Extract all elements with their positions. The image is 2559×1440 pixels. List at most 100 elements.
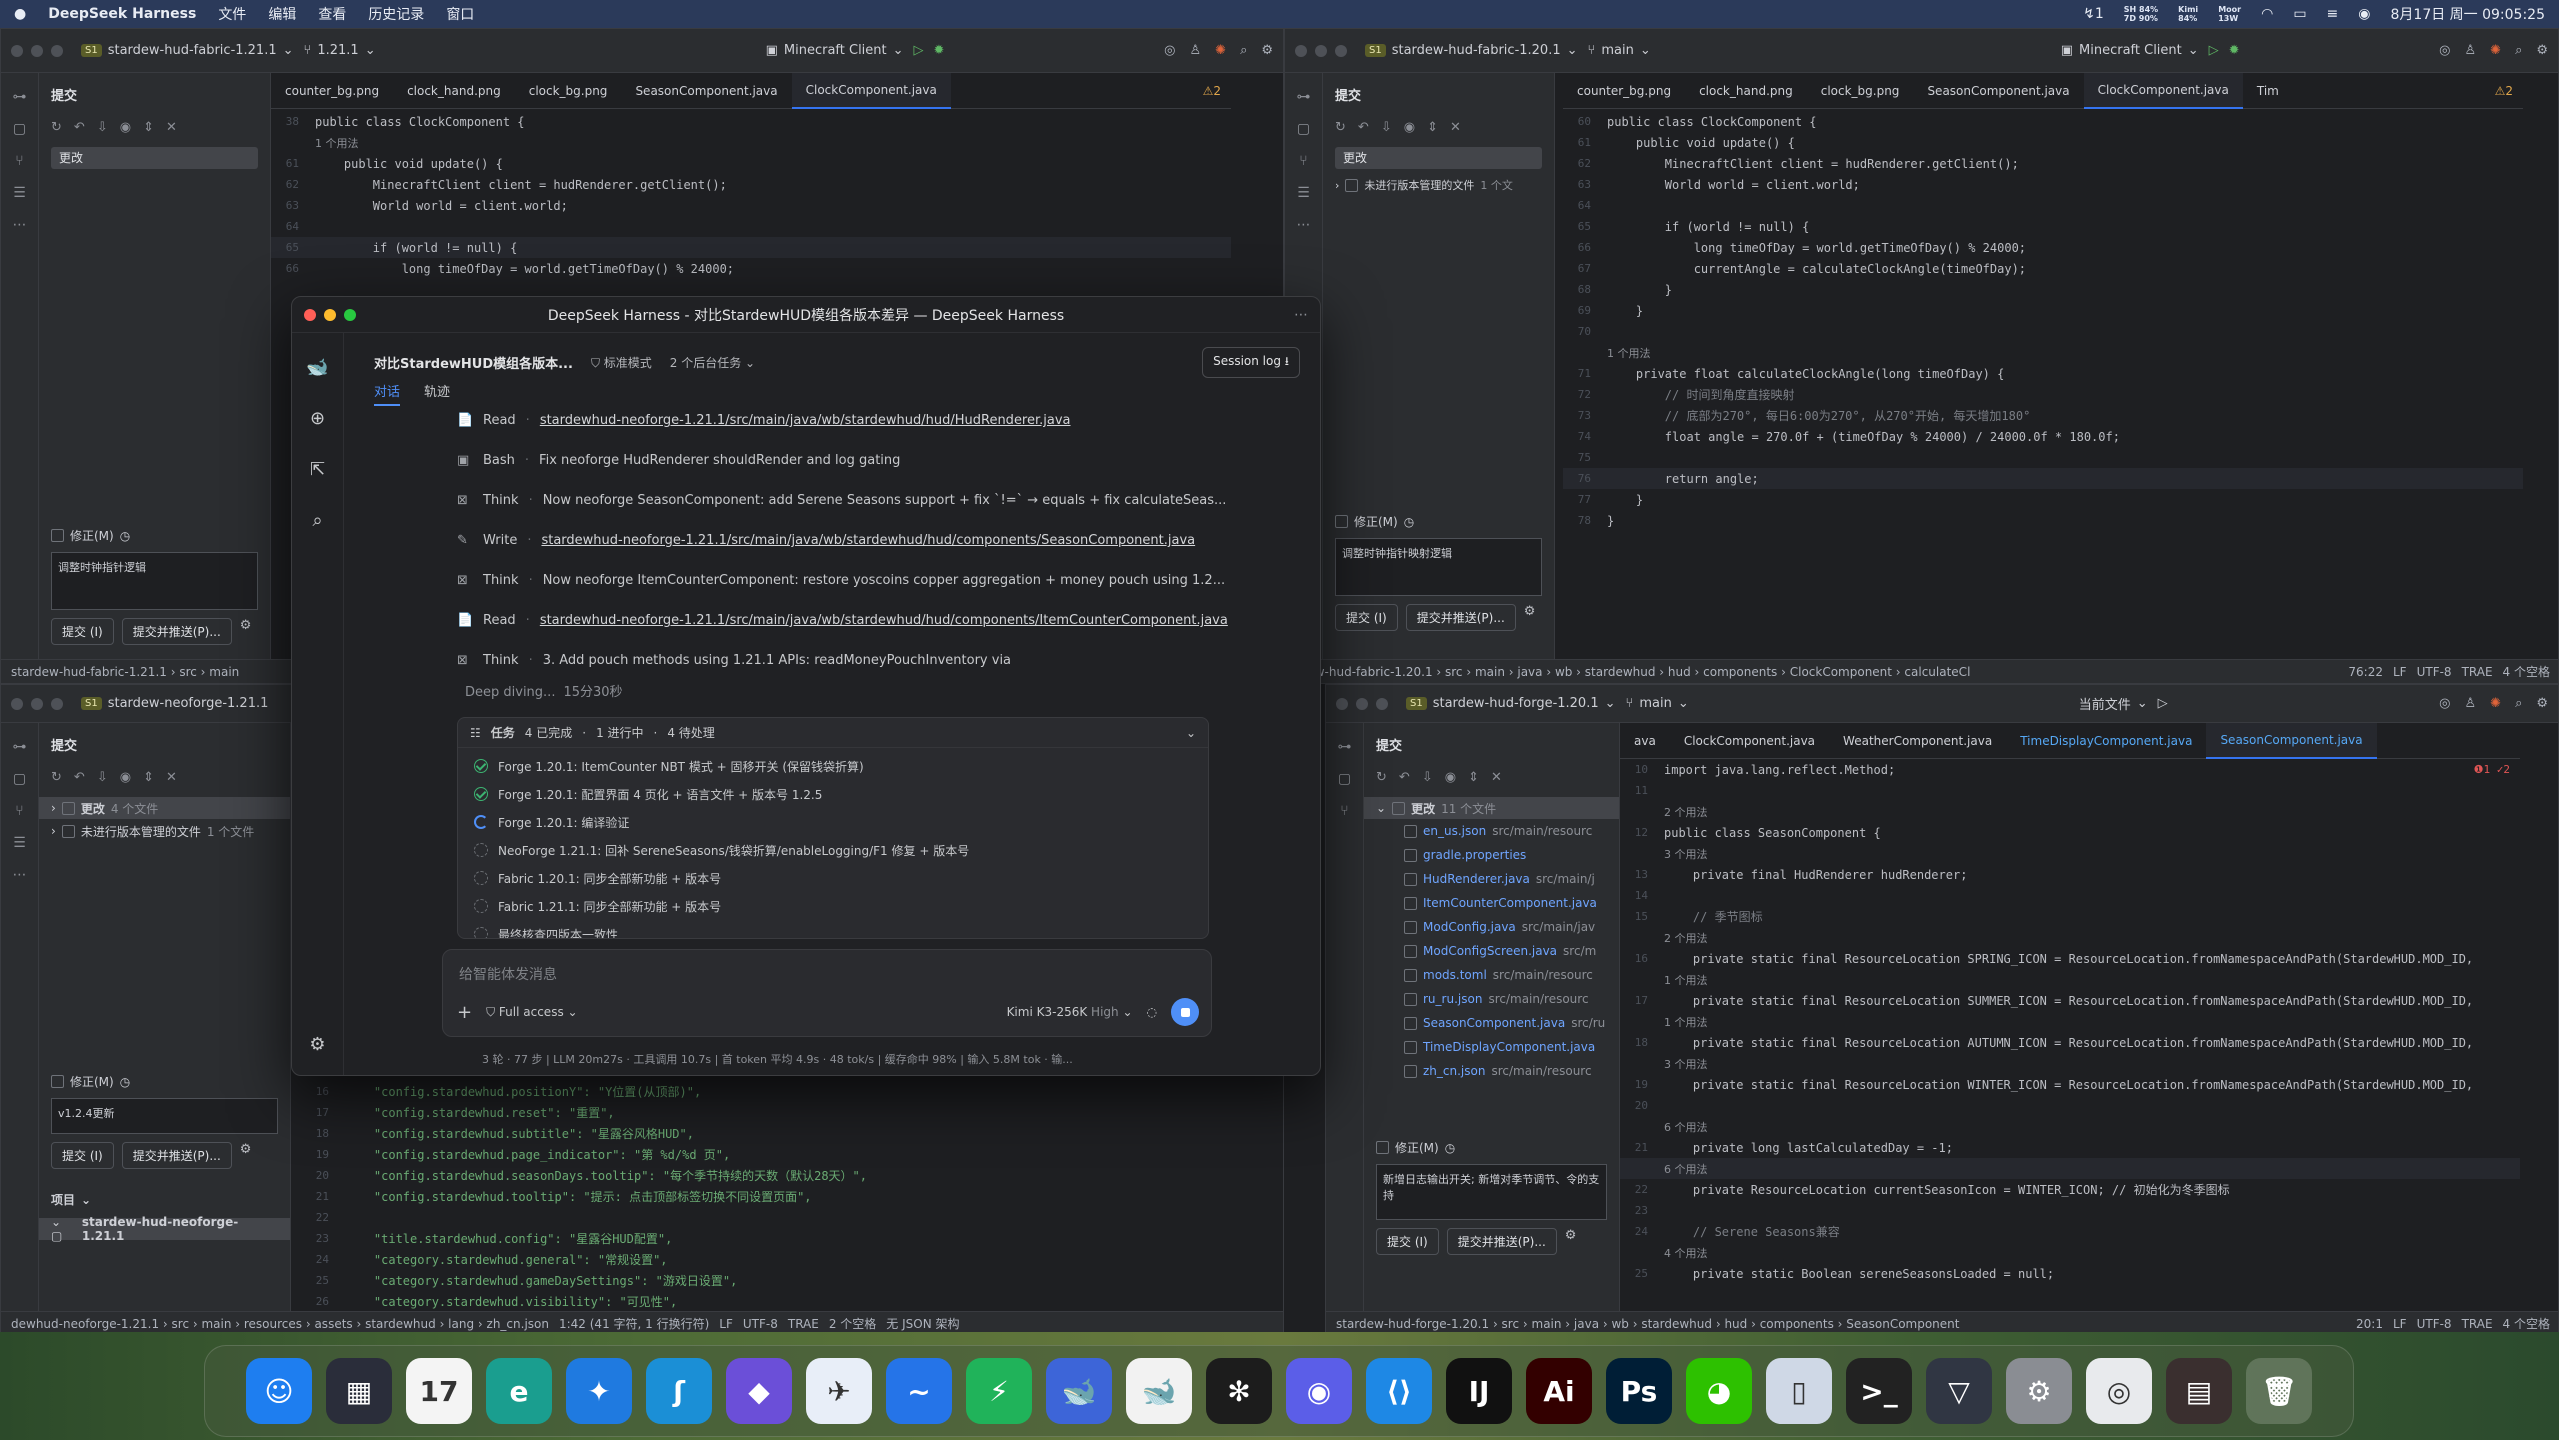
code-line[interactable]: 25 private static Boolean sereneSeasonsL…	[1620, 1263, 2520, 1284]
tab-clock-hand[interactable]: clock_hand.png	[1685, 73, 1807, 109]
code-line[interactable]: 13 private final HudRenderer hudRenderer…	[1620, 864, 2520, 885]
code-line[interactable]: 16 "config.stardewhud.positionY": "Y位置(从…	[301, 1081, 1281, 1102]
commit-button[interactable]: 提交 (I)	[51, 1142, 114, 1169]
close-icon[interactable]	[1295, 44, 1307, 57]
debug-icon[interactable]: ✹	[2229, 43, 2240, 58]
bg-tasks-selector[interactable]: 2 个后台任务 ⌄	[670, 354, 755, 371]
usage-hint[interactable]: 2 个用法	[1620, 927, 2520, 948]
project-tree-root[interactable]: ⌄ ▢ stardew-hud-neoforge-1.21.1	[39, 1215, 290, 1243]
expand-icon[interactable]: ⇕	[1427, 120, 1438, 135]
code-line[interactable]: 20	[1620, 1095, 2520, 1116]
changes-group[interactable]: ⌄ 更改 11 个文件	[1364, 797, 1619, 819]
tab-season-component[interactable]: SeasonComponent.java	[1913, 73, 2083, 109]
ai-icon[interactable]: ◎	[2439, 43, 2450, 58]
usage-hint[interactable]: 1 个用法	[1620, 969, 2520, 990]
model-selector[interactable]: Kimi K3-256K High ⌄	[1007, 1005, 1133, 1019]
session-title[interactable]: 对比StardewHUD模组各版本...	[374, 353, 573, 372]
gear-icon[interactable]: ⚙	[1565, 1228, 1577, 1255]
code-line[interactable]: 12 public class SeasonComponent {	[1620, 822, 2520, 843]
settings-icon[interactable]: ⚙	[2536, 696, 2548, 711]
git-icon[interactable]: ⑂	[15, 153, 23, 169]
stop-button[interactable]	[1171, 998, 1199, 1026]
tab-time-display[interactable]: Tim	[2243, 73, 2293, 109]
mode-selector[interactable]: ⛉ 标准模式	[591, 354, 652, 371]
tab-clock-component[interactable]: ClockComponent.java	[791, 72, 951, 109]
changed-file-item[interactable]: ModConfigScreen.java src/m	[1364, 939, 1619, 963]
eye-icon[interactable]: ◉	[120, 770, 131, 785]
commit-button[interactable]: 提交 (I)	[1335, 604, 1398, 631]
more-icon[interactable]: ⋯	[13, 217, 27, 233]
code-line[interactable]: 19 private static final ResourceLocation…	[1620, 1074, 2520, 1095]
changes-group[interactable]: 更改	[51, 147, 258, 169]
task-item[interactable]: Fabric 1.20.1: 同步全部新功能 + 版本号	[458, 864, 1208, 892]
code-line[interactable]: 74 float angle = 270.0f + (timeOfDay % 2…	[1563, 426, 2523, 447]
code-line[interactable]: 26 "category.stardewhud.visibility": "可见…	[301, 1291, 1281, 1312]
usage-hint[interactable]: 1 个用法	[1620, 1011, 2520, 1032]
close-icon[interactable]	[11, 697, 23, 710]
dock-terminal-icon[interactable]: >_	[1846, 1358, 1912, 1424]
changes-group[interactable]: 更改	[1335, 147, 1542, 169]
code-line[interactable]: 19 "config.stardewhud.page_indicator": "…	[301, 1144, 1281, 1165]
zoom-icon[interactable]	[344, 308, 356, 321]
usage-hint[interactable]: 1 个用法	[271, 132, 1231, 153]
minimize-icon[interactable]	[31, 697, 43, 710]
amend-checkbox[interactable]: 修正(M) ◷	[39, 527, 270, 544]
dock-wechat-icon[interactable]: ◕	[1686, 1358, 1752, 1424]
branch-selector[interactable]: ⑂ main ⌄	[1626, 696, 1689, 711]
tab-trace[interactable]: 轨迹	[424, 381, 450, 406]
folder-icon[interactable]: ▢	[13, 771, 26, 787]
task-item[interactable]: NeoForge 1.21.1: 回补 SereneSeasons/钱袋折算/e…	[458, 836, 1208, 864]
commit-message-field[interactable]: 调整时钟指针映射逻辑	[1335, 538, 1542, 596]
zoom-icon[interactable]	[51, 44, 63, 57]
commit-tool-icon[interactable]: ⊶	[13, 739, 27, 755]
dock-launchpad-icon[interactable]: ▦	[326, 1358, 392, 1424]
collapse-icon[interactable]: ✕	[166, 120, 177, 135]
code-line[interactable]: 65 if (world != null) {	[1563, 216, 2523, 237]
menu-file[interactable]: 文件	[218, 4, 246, 24]
code-line[interactable]: 68 }	[1563, 279, 2523, 300]
project-selector[interactable]: S1 stardew-hud-fabric-1.20.1 ⌄	[1365, 43, 1578, 58]
dock-settings-icon[interactable]: ⚙	[2006, 1358, 2072, 1424]
collapse-icon[interactable]: ✕	[166, 770, 177, 785]
dock-edge-icon[interactable]: e	[486, 1358, 552, 1424]
code-line[interactable]: 75	[1563, 447, 2523, 468]
menu-history[interactable]: 历史记录	[368, 4, 424, 24]
code-line[interactable]: 38 public class ClockComponent {	[271, 111, 1231, 132]
changed-file-item[interactable]: mods.toml src/main/resourc	[1364, 963, 1619, 987]
more-icon[interactable]: ⋯	[1297, 217, 1311, 233]
gear-icon[interactable]: ⚙	[240, 1142, 252, 1169]
code-line[interactable]: 61 public void update() {	[1563, 132, 2523, 153]
usage-stat-2[interactable]: Kimi 84%	[2178, 5, 2198, 23]
tool-call-row[interactable]: ⊠ Think · Now neoforge ItemCounterComponent…	[457, 573, 1225, 588]
line-separator[interactable]: LF	[2393, 665, 2407, 679]
warning-count[interactable]: ⚠2	[1203, 84, 1231, 98]
ai-icon[interactable]: ◎	[2439, 696, 2450, 711]
git-icon[interactable]: ⑂	[15, 803, 23, 819]
structure-icon[interactable]: ☰	[1297, 185, 1310, 201]
changed-file-item[interactable]: en_us.json src/main/resourc	[1364, 819, 1619, 843]
changes-group[interactable]: › 更改 4 个文件	[39, 797, 290, 819]
code-editor[interactable]: ❶1 ✓2 10 import java.lang.reflect.Method;…	[1620, 759, 2520, 1311]
code-line[interactable]: 65 if (world != null) {	[271, 237, 1231, 258]
dock-app20-icon[interactable]: ▯	[1766, 1358, 1832, 1424]
status-icon[interactable]: ↯1	[2083, 6, 2104, 22]
control-center-icon[interactable]: ≡	[2327, 6, 2339, 22]
code-line[interactable]: 10 import java.lang.reflect.Method;	[1620, 759, 2520, 780]
commit-message-field[interactable]: 调整时钟指针逻辑	[51, 552, 258, 610]
line-separator[interactable]: LF	[2393, 1317, 2407, 1331]
code-line[interactable]: 63 World world = client.world;	[1563, 174, 2523, 195]
tool-call-row[interactable]: ▣ Bash · Fix neoforge HudRenderer shouldRen…	[457, 453, 900, 468]
search-icon[interactable]: ⌕	[2515, 43, 2522, 58]
dock-app25-icon[interactable]: ▤	[2166, 1358, 2232, 1424]
commit-push-button[interactable]: 提交并推送(P)...	[121, 1142, 232, 1169]
account-icon[interactable]: ♙	[2465, 43, 2477, 58]
tab-clock-component[interactable]: ClockComponent.java	[1670, 723, 1829, 759]
usage-stat-1[interactable]: SH 84% 7D 90%	[2124, 5, 2158, 23]
commit-push-button[interactable]: 提交并推送(P)...	[121, 618, 232, 645]
code-line[interactable]: 69 }	[1563, 300, 2523, 321]
siri-icon[interactable]: ◉	[2358, 6, 2370, 22]
changed-file-item[interactable]: ru_ru.json src/main/resourc	[1364, 987, 1619, 1011]
minimize-icon[interactable]	[324, 308, 336, 321]
project-panel-header[interactable]: 项目 ⌄	[39, 1191, 290, 1208]
changed-file-item[interactable]: gradle.properties	[1364, 843, 1619, 867]
